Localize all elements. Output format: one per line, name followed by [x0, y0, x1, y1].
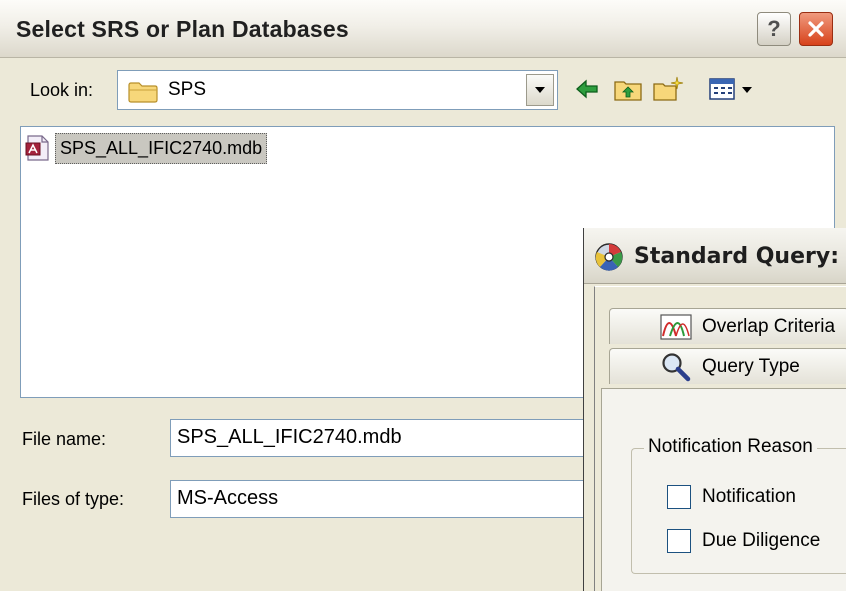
access-db-icon	[25, 135, 49, 161]
help-icon: ?	[767, 16, 781, 41]
help-button[interactable]: ?	[757, 12, 791, 46]
due-diligence-checkbox[interactable]	[667, 529, 691, 553]
folder-icon	[128, 82, 158, 103]
file-item[interactable]: SPS_ALL_IFIC2740.mdb	[23, 131, 268, 165]
back-arrow-icon[interactable]	[574, 76, 600, 102]
view-menu-icon[interactable]	[708, 76, 758, 102]
notification-checkbox[interactable]	[667, 485, 691, 509]
tab-query-type[interactable]: Query Type	[609, 348, 846, 384]
chevron-down-icon	[535, 87, 545, 93]
files-of-type-label: Files of type:	[22, 489, 125, 509]
look-in-dropdown-button[interactable]	[526, 74, 554, 106]
file-name-input[interactable]: SPS_ALL_IFIC2740.mdb	[170, 419, 600, 457]
overlap-curves-icon	[660, 313, 692, 340]
close-icon	[808, 21, 824, 37]
new-folder-icon[interactable]	[652, 76, 684, 102]
notification-reason-group	[631, 448, 846, 574]
close-button[interactable]	[799, 12, 833, 46]
dialog-title: Select SRS or Plan Databases	[16, 16, 349, 42]
title-bar[interactable]: Select SRS or Plan Databases ?	[0, 0, 846, 58]
look-in-value: SPS	[168, 79, 207, 100]
up-folder-icon[interactable]	[613, 76, 643, 102]
tab-overlap-criteria[interactable]: Overlap Criteria	[609, 308, 846, 344]
notification-reason-label: Notification Reason	[644, 436, 817, 458]
query-dialog-title: Standard Query:	[634, 244, 839, 269]
look-in-label: Look in:	[30, 80, 94, 100]
query-title-bar[interactable]: Standard Query:	[584, 228, 846, 284]
tab-overlap-criteria-label: Overlap Criteria	[702, 315, 836, 337]
file-name-text: SPS_ALL_IFIC2740.mdb	[55, 132, 268, 164]
tab-query-type-label: Query Type	[702, 355, 800, 377]
files-of-type-dropdown[interactable]: MS-Access	[170, 480, 600, 518]
query-disc-icon	[595, 243, 623, 271]
due-diligence-checkbox-label: Due Diligence	[702, 530, 821, 551]
file-name-label: File name:	[22, 429, 107, 449]
notification-checkbox-label: Notification	[702, 486, 796, 507]
magnifier-icon	[662, 352, 691, 381]
look-in-dropdown[interactable]: SPS	[117, 70, 558, 110]
